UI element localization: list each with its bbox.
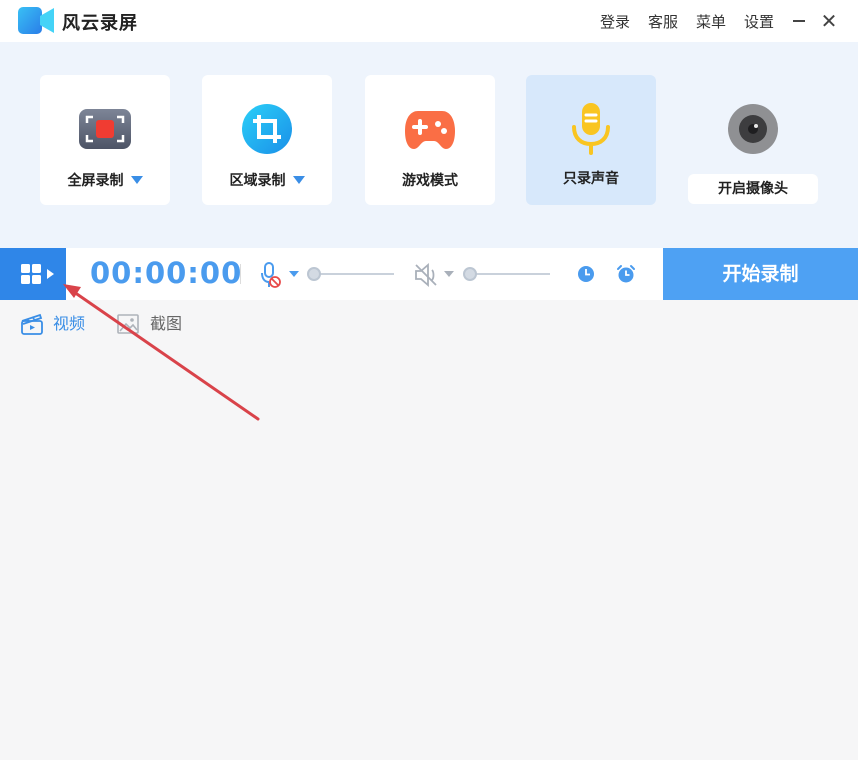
mode-card-game[interactable]: 游戏模式 — [365, 75, 495, 205]
mode-label-fullscreen: 全屏录制 — [40, 170, 170, 190]
divider — [240, 264, 241, 284]
support-link[interactable]: 客服 — [648, 11, 678, 32]
clock-icon[interactable] — [577, 265, 595, 283]
tab-screenshot[interactable]: 截图 — [117, 311, 197, 337]
microphone-muted-icon[interactable] — [261, 262, 301, 288]
dropdown-caret-icon[interactable] — [130, 176, 143, 184]
microphone-volume-slider[interactable] — [307, 267, 394, 281]
slider-track — [469, 273, 550, 275]
tab-video-label: 视频 — [53, 314, 86, 333]
grid-icon — [21, 264, 54, 284]
app-logo-icon — [18, 7, 54, 34]
video-clapper-icon — [21, 313, 43, 335]
mode-card-fullscreen[interactable]: 全屏录制 — [40, 75, 170, 205]
slider-knob[interactable] — [307, 267, 321, 281]
media-tabs: 视频 截图 — [0, 300, 858, 350]
minimize-button[interactable] — [790, 11, 808, 31]
menu-link[interactable]: 菜单 — [696, 11, 726, 32]
mode-label-game: 游戏模式 — [402, 173, 458, 189]
top-links: 登录 客服 菜单 设置 — [600, 11, 774, 32]
speaker-muted-icon[interactable] — [414, 263, 456, 287]
tab-screenshot-label: 截图 — [150, 314, 183, 333]
settings-link[interactable]: 设置 — [744, 11, 774, 32]
microphone-icon — [572, 103, 610, 155]
speaker-volume-slider[interactable] — [463, 267, 550, 281]
dropdown-caret-icon[interactable] — [292, 176, 305, 184]
slider-knob[interactable] — [463, 267, 477, 281]
title-bar: 风云录屏 登录 客服 菜单 设置 ✕ — [0, 0, 858, 42]
recording-timer: 00:00:00 — [90, 256, 243, 290]
close-button[interactable]: ✕ — [820, 11, 838, 31]
mode-card-audio-only[interactable]: 只录声音 — [526, 75, 656, 205]
mode-label-area: 区域录制 — [202, 170, 332, 190]
fullscreen-record-icon — [79, 109, 131, 149]
gamepad-icon — [405, 111, 455, 149]
app-title: 风云录屏 — [62, 13, 138, 34]
camera-panel: 开启摄像头 — [688, 75, 818, 205]
start-recording-button[interactable]: 开始录制 — [663, 248, 858, 300]
enable-camera-button[interactable]: 开启摄像头 — [688, 174, 818, 204]
control-bar: 00:00:00 开始录制 — [0, 248, 858, 300]
mode-panel: 全屏录制 区域录制 游戏模式 只录声音 开启摄像头 — [0, 42, 858, 248]
mode-card-area[interactable]: 区域录制 — [202, 75, 332, 205]
webcam-icon[interactable] — [727, 103, 779, 155]
login-link[interactable]: 登录 — [600, 11, 630, 32]
tab-video[interactable]: 视频 — [20, 311, 100, 337]
mode-label-audio-only: 只录声音 — [563, 171, 619, 187]
image-icon — [117, 314, 139, 334]
layout-grid-button[interactable] — [0, 248, 66, 300]
slider-track — [313, 273, 394, 275]
crop-area-icon — [242, 104, 292, 154]
alarm-clock-icon[interactable] — [616, 264, 636, 284]
